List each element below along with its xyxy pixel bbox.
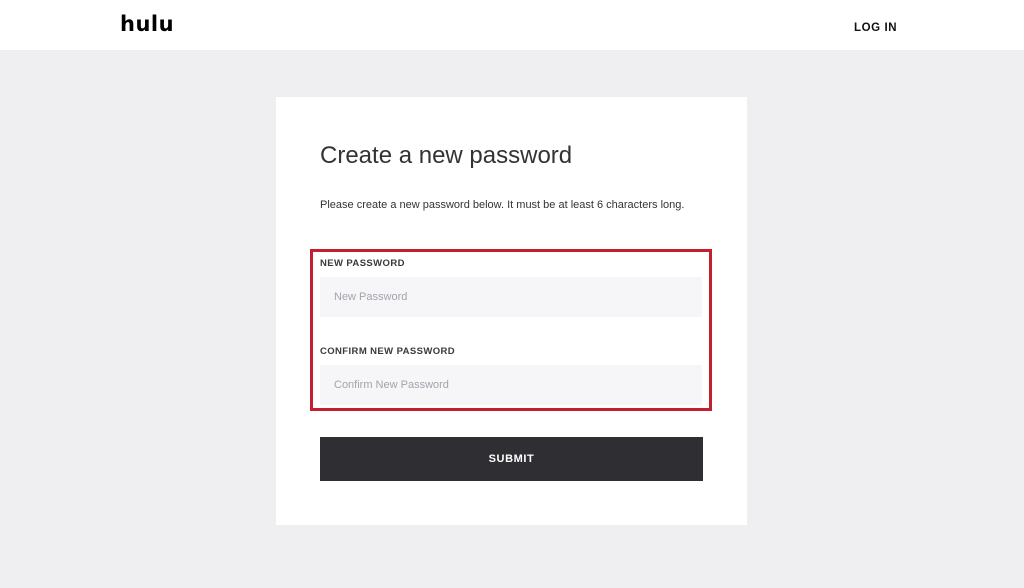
top-header: hulu LOG IN	[0, 0, 1024, 50]
new-password-input[interactable]	[320, 277, 702, 317]
hulu-logo[interactable]: hulu	[120, 11, 174, 37]
confirm-password-input[interactable]	[320, 365, 702, 405]
submit-button[interactable]: SUBMIT	[320, 437, 703, 481]
new-password-label: NEW PASSWORD	[320, 258, 405, 269]
password-reset-card: Create a new password Please create a ne…	[276, 97, 747, 525]
instructions-text: Please create a new password below. It m…	[320, 199, 685, 211]
confirm-password-label: CONFIRM NEW PASSWORD	[320, 346, 456, 357]
login-link[interactable]: LOG IN	[854, 21, 897, 35]
page-title: Create a new password	[320, 142, 573, 169]
